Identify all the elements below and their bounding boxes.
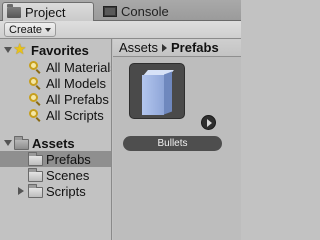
tree-label-all-models: All Models — [46, 75, 106, 91]
breadcrumb-root[interactable]: Assets — [119, 40, 158, 55]
star-icon: ★ — [13, 41, 27, 58]
tree-label-all-materials: All Materials — [46, 59, 112, 75]
prefab-cube-icon — [142, 70, 174, 115]
asset-item-bullets[interactable] — [129, 63, 216, 131]
tree-item-scenes[interactable]: Scenes — [0, 167, 111, 183]
expand-arrow-icon[interactable] — [4, 140, 12, 146]
folder-tree-panel: ★ Favorites All Materials All Models All… — [0, 39, 112, 240]
search-icon — [29, 109, 41, 122]
breadcrumb-current[interactable]: Prefabs — [171, 40, 219, 55]
tree-item-assets[interactable]: Assets — [0, 135, 111, 151]
tree-label-scripts: Scripts — [46, 183, 86, 199]
tree-item-all-models[interactable]: All Models — [0, 75, 111, 91]
tree-item-scripts[interactable]: Scripts — [0, 183, 111, 199]
expand-arrow-icon[interactable] — [4, 47, 12, 53]
folder-icon — [14, 136, 29, 150]
tree-item-prefabs[interactable]: Prefabs — [0, 151, 111, 167]
expand-prefab-icon[interactable] — [201, 115, 216, 130]
folder-icon — [28, 152, 43, 166]
console-icon — [103, 6, 117, 17]
folder-icon — [7, 4, 21, 18]
folder-icon — [28, 184, 43, 198]
tree-item-all-prefabs[interactable]: All Prefabs — [0, 91, 111, 107]
tab-project-label: Project — [25, 5, 66, 20]
tree-item-all-scripts[interactable]: All Scripts — [0, 107, 111, 123]
expand-arrow-icon[interactable] — [18, 187, 24, 195]
window-tab-bar: Project Console — [0, 0, 241, 22]
tab-console-label: Console — [121, 4, 169, 19]
asset-content-panel: Assets Prefabs Bullets — [113, 39, 241, 240]
create-dropdown-button[interactable]: Create — [4, 22, 57, 37]
tree-label-assets: Assets — [32, 135, 75, 151]
tree-label-scenes: Scenes — [46, 167, 90, 183]
search-icon — [29, 61, 41, 74]
project-toolbar: Create — [0, 21, 241, 39]
tree-label-prefabs: Prefabs — [46, 151, 91, 167]
tab-project[interactable]: Project — [2, 2, 94, 22]
chevron-down-icon — [45, 27, 52, 32]
tree-label-all-prefabs: All Prefabs — [46, 91, 109, 107]
prefab-thumbnail[interactable] — [129, 63, 185, 119]
folder-icon — [28, 168, 43, 182]
search-icon — [29, 77, 41, 90]
asset-label-bullets[interactable]: Bullets — [123, 136, 222, 151]
tree-item-favorites[interactable]: ★ Favorites — [0, 41, 111, 58]
tree-item-all-materials[interactable]: All Materials — [0, 59, 112, 75]
create-button-label: Create — [9, 23, 43, 36]
tree-label-all-scripts: All Scripts — [46, 107, 104, 123]
search-icon — [29, 93, 41, 106]
tree-label-favorites: Favorites — [31, 42, 89, 58]
breadcrumb: Assets Prefabs — [113, 39, 241, 57]
tab-console[interactable]: Console — [99, 2, 199, 21]
chevron-right-icon — [162, 43, 168, 52]
